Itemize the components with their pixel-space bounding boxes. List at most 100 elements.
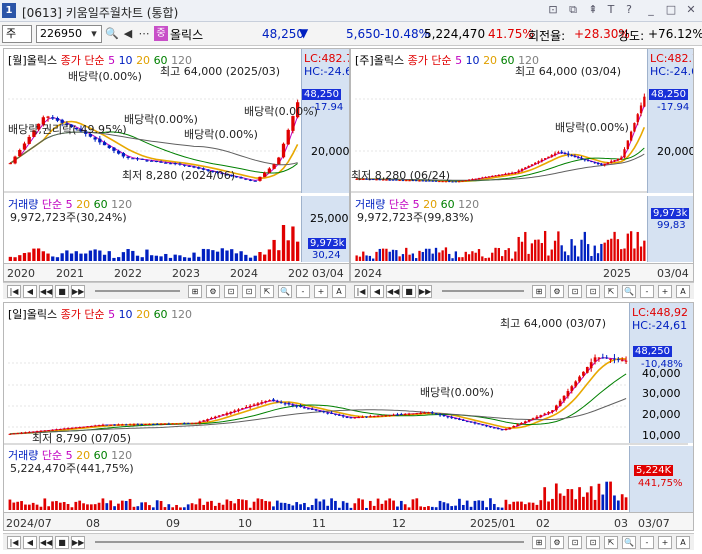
zoom-out-icon[interactable]: - xyxy=(640,536,654,549)
grid-icon[interactable]: ⊞ xyxy=(532,536,546,549)
settings-icon[interactable]: ⚙ xyxy=(550,536,564,549)
expand-icon[interactable]: ⇱ xyxy=(604,285,618,298)
prev-icon[interactable]: ◀ xyxy=(23,536,37,549)
volume-bar xyxy=(407,507,411,510)
monthly-chart-canvas[interactable] xyxy=(4,49,350,282)
volume-bar xyxy=(600,243,603,261)
candle xyxy=(566,391,570,397)
volume-bar xyxy=(596,253,600,261)
search-icon[interactable]: 🔍 xyxy=(104,25,120,43)
prev-icon[interactable]: ◀ xyxy=(370,285,384,298)
maximize-icon[interactable]: □ xyxy=(664,3,678,17)
rewind-icon[interactable]: ◀◀ xyxy=(39,285,53,298)
volume-bar xyxy=(391,249,395,261)
zoom-icon[interactable]: 🔍 xyxy=(278,285,292,298)
zoom-in-icon[interactable]: + xyxy=(658,285,672,298)
export-icon[interactable]: ⊡ xyxy=(224,285,238,298)
candle xyxy=(516,424,519,426)
screen-icon[interactable]: ⊡ xyxy=(546,3,560,17)
volume-bar xyxy=(229,500,233,510)
monthly-vol-rate: 30,24 xyxy=(312,250,341,261)
stop-icon[interactable]: ■ xyxy=(402,285,416,298)
first-icon[interactable]: |◀ xyxy=(7,536,21,549)
zoom-slider[interactable] xyxy=(95,541,524,543)
volume-bar xyxy=(471,251,474,261)
grid-icon[interactable]: ⊞ xyxy=(532,285,546,298)
copy-icon[interactable]: ⊡ xyxy=(586,285,600,298)
candle xyxy=(481,424,485,426)
candle xyxy=(78,427,82,429)
first-icon[interactable]: |◀ xyxy=(7,285,21,298)
copy-icon[interactable]: ⊡ xyxy=(242,285,256,298)
grid-icon[interactable]: ⊞ xyxy=(188,285,202,298)
forward-icon[interactable]: ▶▶ xyxy=(71,536,85,549)
daily-chart-canvas[interactable] xyxy=(4,303,694,531)
copy-window-icon[interactable]: ⧉ xyxy=(566,3,580,17)
zoom-slider[interactable] xyxy=(442,290,524,292)
font-size-icon[interactable]: A xyxy=(676,536,690,549)
zoom-out-icon[interactable]: - xyxy=(640,285,654,298)
first-icon[interactable]: |◀ xyxy=(354,285,368,298)
volume-bar xyxy=(154,255,159,261)
forward-icon[interactable]: ▶▶ xyxy=(71,285,85,298)
zoom-out-icon[interactable]: - xyxy=(296,285,310,298)
weekly-chart-canvas[interactable] xyxy=(351,49,694,282)
candle xyxy=(477,423,481,425)
zoom-icon[interactable]: 🔍 xyxy=(622,285,636,298)
volume-bar xyxy=(372,258,375,261)
volume-bar xyxy=(187,257,191,261)
candle xyxy=(454,181,458,183)
candle xyxy=(643,96,646,107)
candle xyxy=(303,407,306,409)
rewind-icon[interactable]: ◀◀ xyxy=(39,536,53,549)
volume-bar xyxy=(175,504,178,510)
stop-icon[interactable]: ■ xyxy=(55,285,69,298)
candle xyxy=(341,415,345,417)
volume-bar xyxy=(93,504,97,510)
volume-bar xyxy=(560,245,563,261)
candle xyxy=(558,400,562,407)
prev-icon[interactable]: ◀ xyxy=(23,285,37,298)
export-icon[interactable]: ⊡ xyxy=(568,536,582,549)
compare-icon[interactable]: ⋯ xyxy=(136,25,152,43)
copy-icon[interactable]: ⊡ xyxy=(586,536,600,549)
volume-bar xyxy=(12,502,16,510)
font-size-icon[interactable]: A xyxy=(332,285,346,298)
volume-bar xyxy=(582,496,585,510)
help-icon[interactable]: ? xyxy=(622,3,636,17)
dropdown-icon[interactable]: ▾ xyxy=(86,25,102,43)
candle xyxy=(467,179,471,181)
candle xyxy=(98,138,102,143)
pin-icon[interactable]: ⇞ xyxy=(586,3,600,17)
settings-icon[interactable]: ⚙ xyxy=(550,285,564,298)
font-icon[interactable]: T xyxy=(604,3,618,17)
close-icon[interactable]: ✕ xyxy=(684,3,698,17)
font-size-icon[interactable]: A xyxy=(676,285,690,298)
market-select[interactable]: 주 xyxy=(2,25,32,43)
candle xyxy=(605,357,609,359)
zoom-in-icon[interactable]: + xyxy=(314,285,328,298)
forward-icon[interactable]: ▶▶ xyxy=(418,285,432,298)
candle xyxy=(512,425,516,428)
candle xyxy=(113,424,116,426)
zoom-slider[interactable] xyxy=(95,290,180,292)
volume-bar xyxy=(248,507,252,510)
candle xyxy=(465,421,469,423)
sound-icon[interactable]: ◀ xyxy=(120,25,136,43)
volume-bar xyxy=(310,505,314,510)
candle xyxy=(258,176,262,181)
volume-bar xyxy=(492,503,496,510)
zoom-icon[interactable]: 🔍 xyxy=(622,536,636,549)
expand-icon[interactable]: ⇱ xyxy=(260,285,274,298)
daily-x-axis: 2024/07 08 09 10 11 12 2025/01 02 03 03/… xyxy=(4,512,693,530)
volume-bar xyxy=(268,501,271,510)
expand-icon[interactable]: ⇱ xyxy=(604,536,618,549)
export-icon[interactable]: ⊡ xyxy=(568,285,582,298)
rewind-icon[interactable]: ◀◀ xyxy=(386,285,400,298)
volume-bar xyxy=(8,499,12,510)
minimize-icon[interactable]: _ xyxy=(644,3,658,17)
weekly-x-end: 03/04 xyxy=(657,267,689,280)
zoom-in-icon[interactable]: + xyxy=(658,536,672,549)
settings-icon[interactable]: ⚙ xyxy=(206,285,220,298)
stop-icon[interactable]: ■ xyxy=(55,536,69,549)
